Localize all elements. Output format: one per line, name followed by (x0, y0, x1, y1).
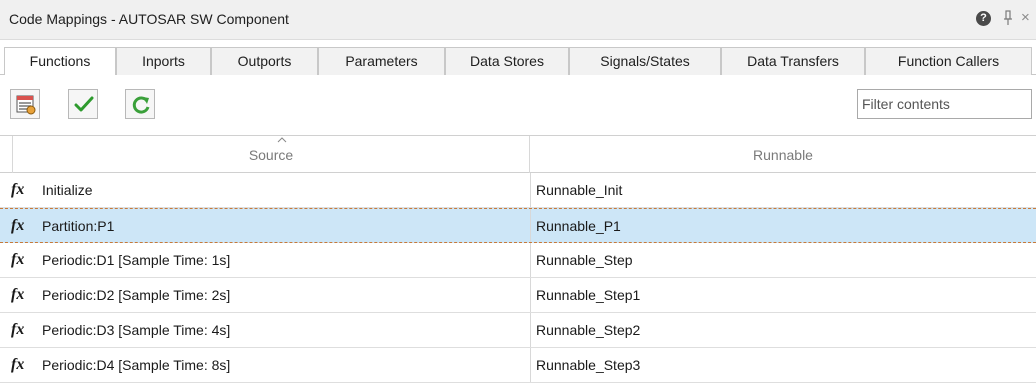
column-header-source[interactable]: Source (13, 136, 530, 173)
tab-parameters[interactable]: Parameters (318, 47, 445, 75)
runnable-cell[interactable]: Runnable_Init (536, 182, 622, 198)
tab-label: Parameters (345, 53, 418, 69)
source-cell: Periodic:D2 [Sample Time: 2s] (42, 287, 231, 303)
column-divider (530, 243, 531, 277)
tab-bar: Functions Inports Outports Parameters Da… (0, 47, 1036, 76)
function-icon: fx (11, 251, 25, 268)
runnable-cell[interactable]: Runnable_P1 (536, 218, 621, 234)
tab-signals-states[interactable]: Signals/States (569, 47, 721, 75)
function-icon: fx (11, 356, 25, 373)
column-divider (530, 348, 531, 382)
title-bar: Code Mappings - AUTOSAR SW Component ? × (0, 0, 1036, 40)
runnable-cell[interactable]: Runnable_Step2 (536, 322, 640, 338)
refresh-icon (132, 96, 150, 114)
source-cell: Initialize (42, 182, 93, 198)
column-divider (530, 209, 531, 242)
table-header: Source Runnable (0, 135, 1036, 173)
close-icon[interactable]: × (1021, 9, 1030, 26)
source-cell: Periodic:D1 [Sample Time: 1s] (42, 252, 231, 268)
column-divider (530, 313, 531, 347)
configure-table-icon (16, 95, 36, 115)
table-row[interactable]: fx Periodic:D2 [Sample Time: 2s] Runnabl… (0, 278, 1036, 313)
tab-inports[interactable]: Inports (116, 47, 211, 75)
help-icon[interactable]: ? (976, 11, 991, 26)
tab-label: Data Transfers (747, 53, 839, 69)
refresh-button[interactable] (125, 89, 155, 119)
function-icon: fx (11, 181, 25, 198)
function-icon: fx (11, 286, 25, 303)
tab-label: Inports (142, 53, 185, 69)
configure-table-button[interactable] (10, 89, 40, 119)
tab-label: Outports (237, 53, 292, 69)
tab-data-stores[interactable]: Data Stores (445, 47, 569, 75)
source-cell: Partition:P1 (42, 218, 115, 234)
table-row-selected[interactable]: fx Partition:P1 Runnable_P1 (0, 208, 1036, 243)
table-row[interactable]: fx Periodic:D4 [Sample Time: 8s] Runnabl… (0, 348, 1036, 383)
runnable-cell[interactable]: Runnable_Step3 (536, 357, 640, 373)
tab-label: Function Callers (897, 53, 1000, 69)
window-title: Code Mappings - AUTOSAR SW Component (9, 11, 289, 27)
tab-outports[interactable]: Outports (211, 47, 318, 75)
sort-ascending-icon (277, 137, 287, 143)
table-row[interactable]: fx Initialize Runnable_Init (0, 173, 1036, 208)
filter-contents-input[interactable] (857, 89, 1032, 119)
table-row[interactable]: fx Periodic:D1 [Sample Time: 1s] Runnabl… (0, 243, 1036, 278)
source-cell: Periodic:D3 [Sample Time: 4s] (42, 322, 231, 338)
column-divider (530, 278, 531, 312)
runnable-cell[interactable]: Runnable_Step (536, 252, 633, 268)
toolbar (0, 75, 1036, 135)
function-icon: fx (11, 217, 25, 234)
tab-functions[interactable]: Functions (4, 47, 116, 76)
tab-label: Data Stores (470, 53, 544, 69)
row-icon-column-header (0, 136, 13, 173)
mappings-table: Source Runnable fx Initialize Runnable_I… (0, 135, 1036, 383)
runnable-cell[interactable]: Runnable_Step1 (536, 287, 640, 303)
tab-label: Signals/States (600, 53, 690, 69)
validate-checkmark-icon (74, 96, 94, 112)
table-row[interactable]: fx Periodic:D3 [Sample Time: 4s] Runnabl… (0, 313, 1036, 348)
tab-function-callers[interactable]: Function Callers (865, 47, 1032, 75)
validate-button[interactable] (68, 89, 98, 119)
source-cell: Periodic:D4 [Sample Time: 8s] (42, 357, 231, 373)
source-header-label: Source (248, 147, 294, 163)
column-header-runnable[interactable]: Runnable (530, 136, 1036, 173)
tab-data-transfers[interactable]: Data Transfers (721, 47, 865, 75)
function-icon: fx (11, 321, 25, 338)
tab-label: Functions (29, 53, 91, 69)
column-divider (530, 173, 531, 207)
runnable-header-label: Runnable (753, 147, 813, 163)
pin-icon[interactable] (1003, 9, 1013, 27)
